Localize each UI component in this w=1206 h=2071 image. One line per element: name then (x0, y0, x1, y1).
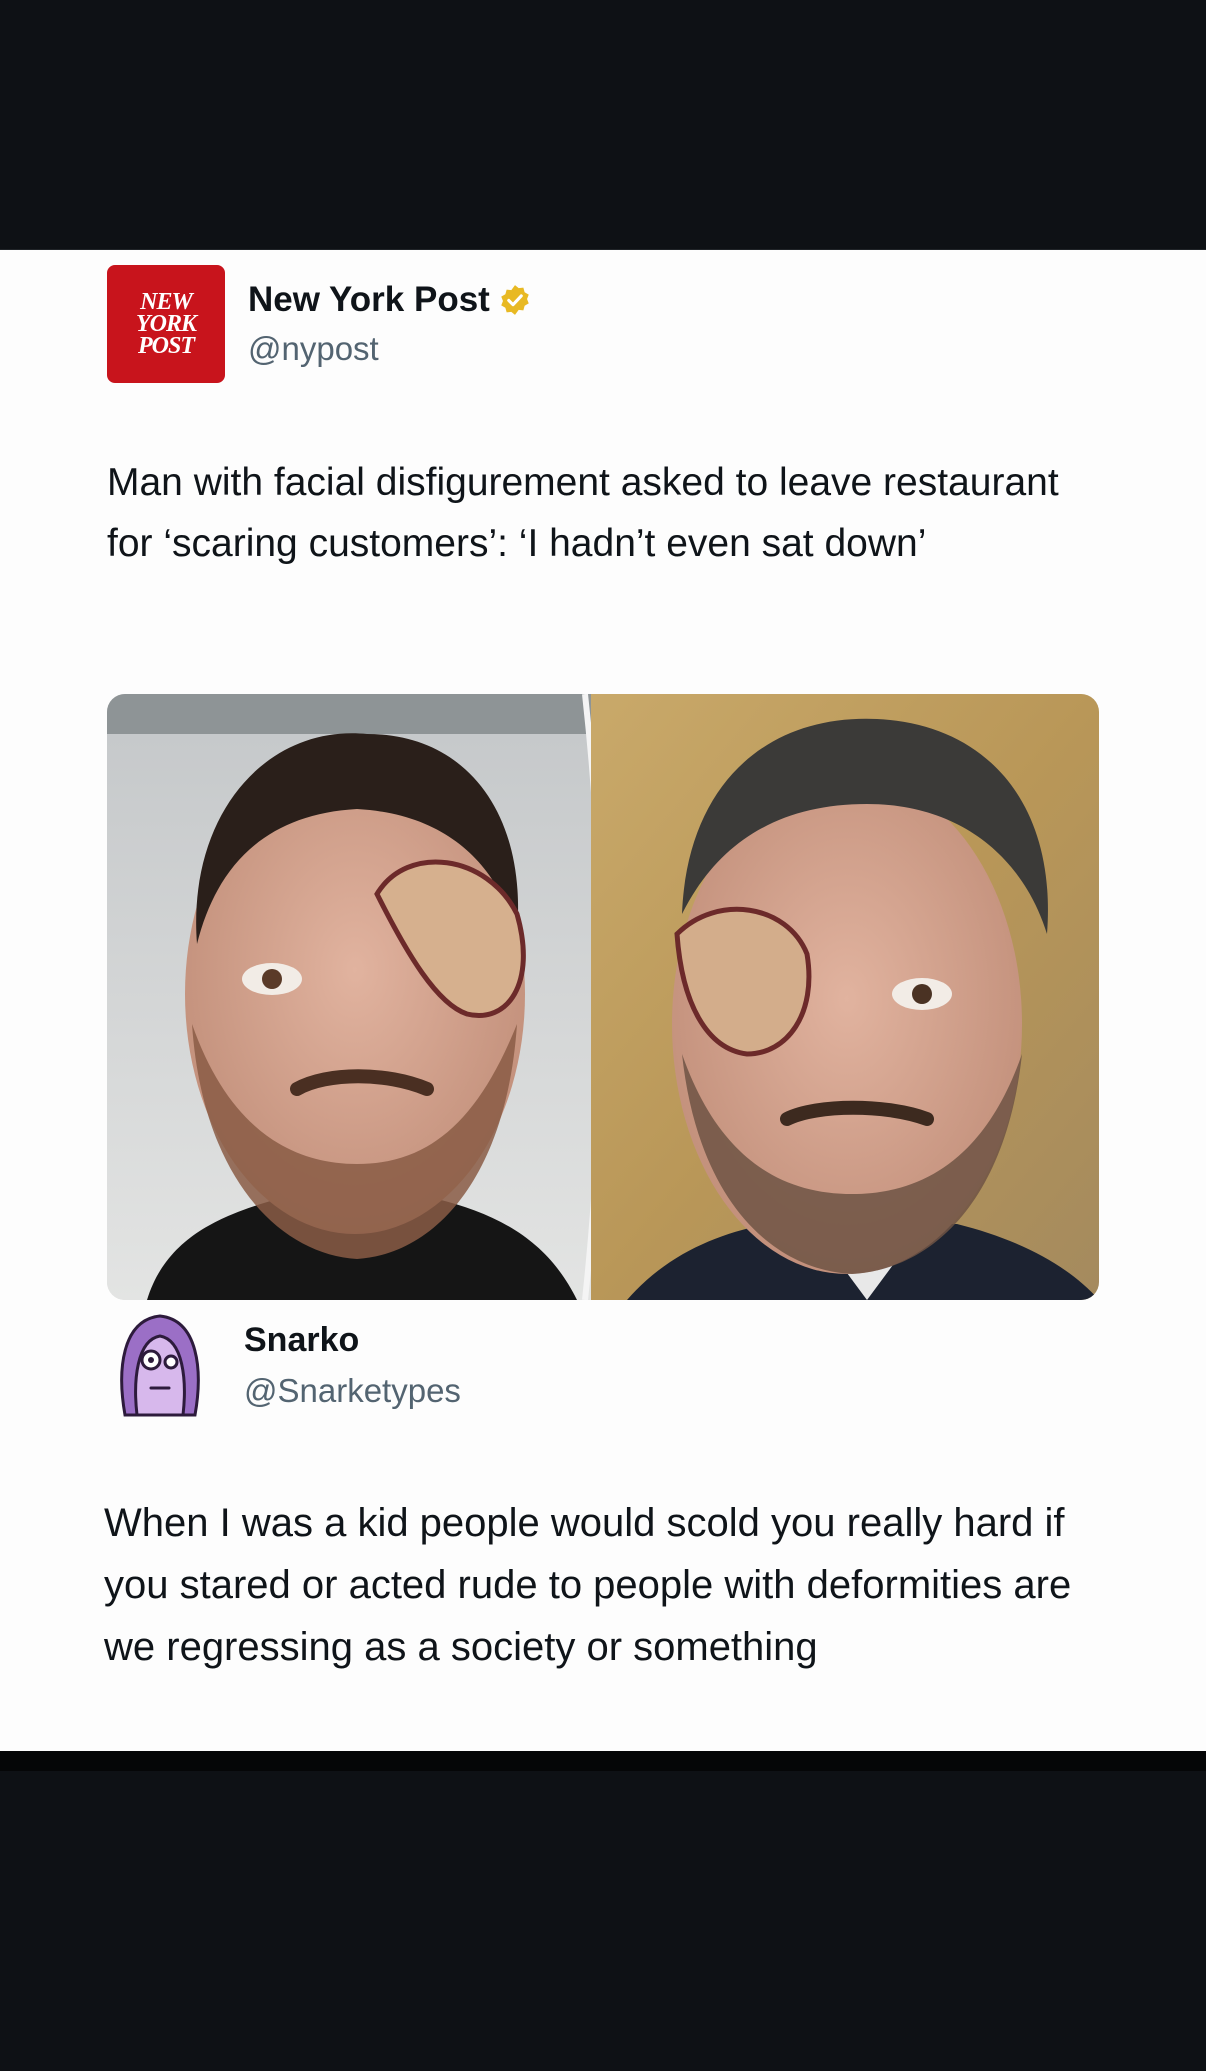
post-text: Man with facial disfigurement asked to l… (107, 461, 1059, 565)
bottom-divider (0, 1751, 1206, 1771)
reply-text: When I was a kid people would scold you … (104, 1501, 1072, 1669)
post-display-name[interactable]: New York Post (248, 280, 490, 320)
snarko-avatar-icon[interactable] (107, 1310, 213, 1422)
new-york-post-logo-avatar[interactable]: NEW YORK POST (107, 265, 225, 383)
post-media-photo[interactable] (107, 694, 1099, 1300)
logo-line-3: POST (138, 333, 195, 359)
logo-line-2: YORK (135, 311, 197, 337)
man-with-facial-disfigurement-photos-icon (107, 694, 1099, 1300)
reply-display-name[interactable]: Snarko (244, 1321, 359, 1360)
post-handle[interactable]: @nypost (248, 330, 379, 368)
verified-badge-icon (501, 285, 529, 315)
post-author-name[interactable]: New York Post (248, 280, 532, 320)
logo-line-1: NEW (140, 289, 193, 315)
reply-handle[interactable]: @Snarketypes (244, 1372, 461, 1410)
